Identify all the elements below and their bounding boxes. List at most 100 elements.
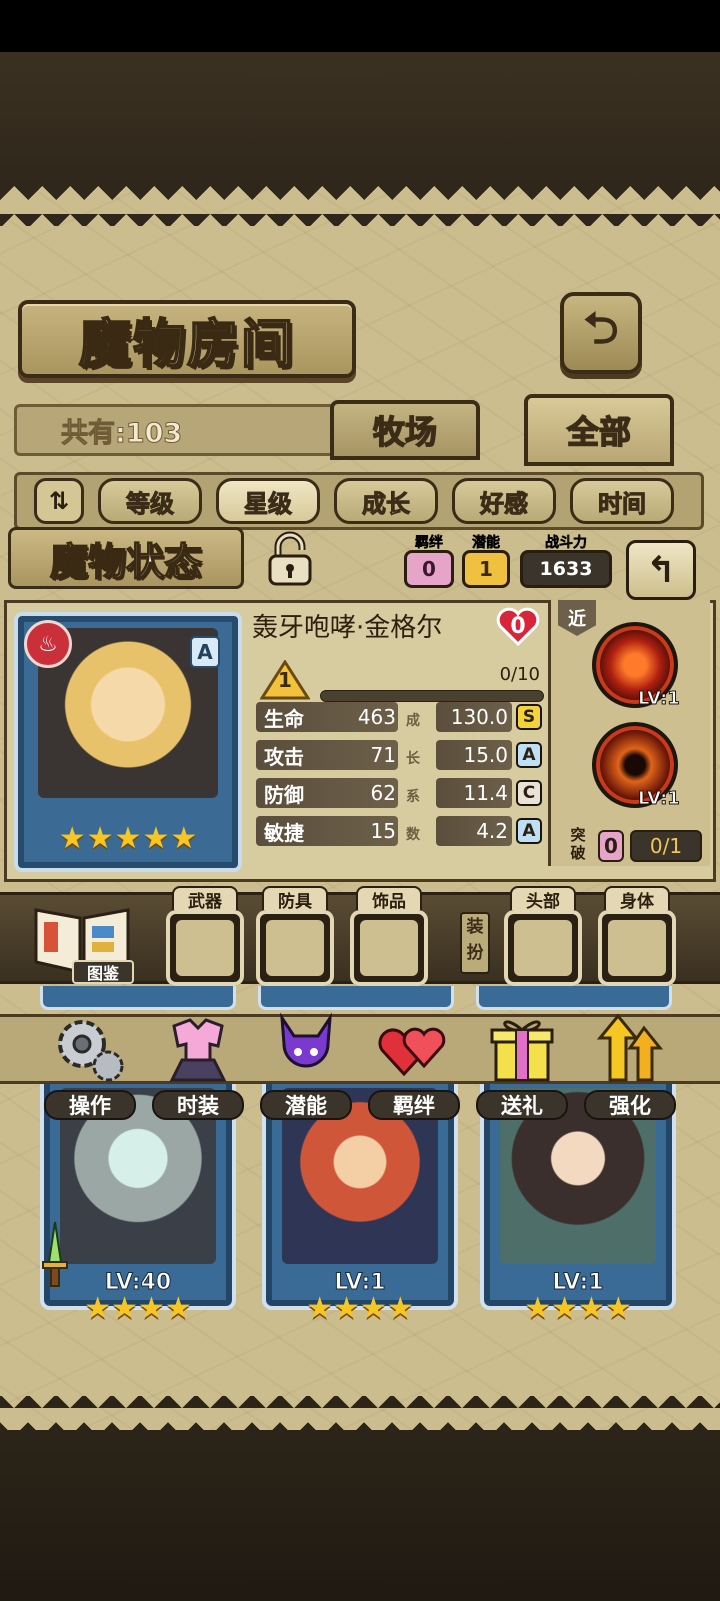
slot-box (350, 910, 428, 986)
bond-button[interactable]: 羁绊 (362, 1010, 466, 1120)
potential-button[interactable]: 潜能 (254, 1010, 358, 1120)
action-label: 时装 (152, 1090, 244, 1120)
lock-icon[interactable] (262, 530, 318, 588)
skill-level: LV:1 (638, 688, 681, 710)
affection-value: 0 (510, 613, 526, 639)
slot-label: 身体 (604, 886, 670, 912)
sort-level-label: 等级 (126, 489, 175, 518)
sort-order-button[interactable]: ⇅ (34, 478, 84, 524)
monster-star-rating: ★ ★ ★ ★ ★ (58, 818, 198, 858)
affection-heart-icon: 0 (496, 606, 540, 646)
slot-label: 头部 (510, 886, 576, 912)
action-label: 潜能 (260, 1090, 352, 1120)
stat-row-defense: 防御 62 11.4 C (256, 778, 546, 810)
status-panel-title-text: 魔物状态 (49, 538, 203, 585)
growth-coefficient-char: 成 (406, 713, 420, 729)
stat-row-attack: 攻击 71 15.0 A (256, 740, 546, 772)
star-icon: ★ (58, 820, 86, 856)
monster-card-stars: ★★★★ (524, 1291, 632, 1326)
slot-label: 武器 (172, 886, 238, 912)
page-title: 魔物房间 (18, 300, 356, 378)
stat-value: 71 (370, 743, 396, 767)
stat-row-hp: 生命 463 130.0 S (256, 702, 546, 734)
sort-time-label: 时间 (598, 489, 647, 518)
action-label: 强化 (584, 1090, 676, 1120)
growth-coefficient-char: 数 (406, 827, 420, 843)
body-slot[interactable]: 身体 (598, 886, 676, 986)
level-badge: 1 (260, 660, 310, 700)
sort-affection-button[interactable]: 好感 (452, 478, 556, 524)
stat-value: 463 (357, 705, 396, 729)
growth-value: 4.2 (436, 816, 512, 846)
slot-label: 防具 (262, 886, 328, 912)
sort-order-icon: ⇅ (48, 487, 70, 515)
page-title-text: 魔物房间 (78, 313, 295, 376)
gear-icon (58, 1020, 124, 1082)
dress-up-label: 装扮 (460, 912, 490, 974)
skill-level: LV:1 (638, 788, 681, 810)
monster-count-text: 共有:103 (60, 417, 183, 449)
return-button[interactable]: ⮌ (560, 292, 642, 374)
monster-name: 轰牙咆哮·金格尔 (246, 600, 538, 650)
head-slot[interactable]: 头部 (504, 886, 582, 986)
back-arrow-icon: ↰ (645, 549, 677, 591)
grade-badge: C (516, 780, 542, 806)
sort-growth-button[interactable]: 成长 (334, 478, 438, 524)
slot-label: 饰品 (356, 886, 422, 912)
background-top (0, 52, 720, 187)
panel-back-button[interactable]: ↰ (626, 540, 696, 600)
combat-power-stat: 战斗力 1633 (520, 532, 612, 590)
star-icon: ★ (114, 820, 142, 856)
slot-box (166, 910, 244, 986)
growth-coefficient-char: 系 (406, 789, 420, 805)
sort-time-button[interactable]: 时间 (570, 478, 674, 524)
tab-farm[interactable]: 牧场 (330, 400, 480, 460)
monster-card-stars: ★★★★ (84, 1291, 192, 1326)
bond-value: 0 (404, 550, 454, 588)
breakthrough-count: 0 (598, 830, 624, 862)
codex-label: 图鉴 (72, 960, 134, 984)
monster-count: 共有:103 (14, 404, 334, 456)
breakthrough-label: 突破 (570, 826, 586, 862)
exp-bar (320, 690, 544, 702)
gift-button[interactable]: 送礼 (470, 1010, 574, 1120)
card-strip (258, 986, 454, 1010)
monster-name-text: 轰牙咆哮·金格尔 (252, 612, 443, 643)
background-bottom (0, 1430, 720, 1601)
sort-star-button[interactable]: 星级 (216, 478, 320, 524)
rank-badge: A (190, 636, 220, 668)
armor-slot[interactable]: 防具 (256, 886, 334, 986)
action-label: 操作 (44, 1090, 136, 1120)
upgrade-button[interactable]: 强化 (578, 1010, 682, 1120)
growth-value: 11.4 (436, 778, 512, 808)
upgrade-arrows-icon (596, 1013, 664, 1082)
star-icon: ★ (170, 820, 198, 856)
action-label: 羁绊 (368, 1090, 460, 1120)
star-icon: ★ (86, 820, 114, 856)
operate-button[interactable]: 操作 (38, 1010, 142, 1120)
tab-all[interactable]: 全部 (524, 394, 674, 466)
growth-value: 15.0 (436, 740, 512, 770)
outfit-icon (169, 1018, 227, 1082)
demon-icon (280, 1012, 332, 1068)
monster-card-stars: ★★★★ (306, 1291, 414, 1326)
breakthrough-progress: 0/1 (630, 830, 702, 862)
card-strip (476, 986, 672, 1010)
grade-badge: S (516, 704, 542, 730)
growth-coefficient-char: 长 (406, 751, 420, 767)
grade-badge: A (516, 742, 542, 768)
accessory-slot[interactable]: 饰品 (350, 886, 428, 986)
weapon-slot[interactable]: 武器 (166, 886, 244, 986)
sword-icon (40, 1220, 70, 1290)
outfit-button[interactable]: 时装 (146, 1010, 250, 1120)
action-label: 送礼 (476, 1090, 568, 1120)
potential-value: 1 (462, 550, 510, 588)
stat-value: 62 (370, 781, 396, 805)
level-value: 1 (278, 668, 292, 692)
slot-box (256, 910, 334, 986)
breakthrough[interactable]: 突破 0 0/1 (564, 826, 704, 866)
sort-level-button[interactable]: 等级 (98, 478, 202, 524)
stat-row-agility: 敏捷 15 4.2 A (256, 816, 546, 848)
potential-stat: 潜能 1 (462, 532, 510, 590)
stat-value: 15 (370, 819, 396, 843)
